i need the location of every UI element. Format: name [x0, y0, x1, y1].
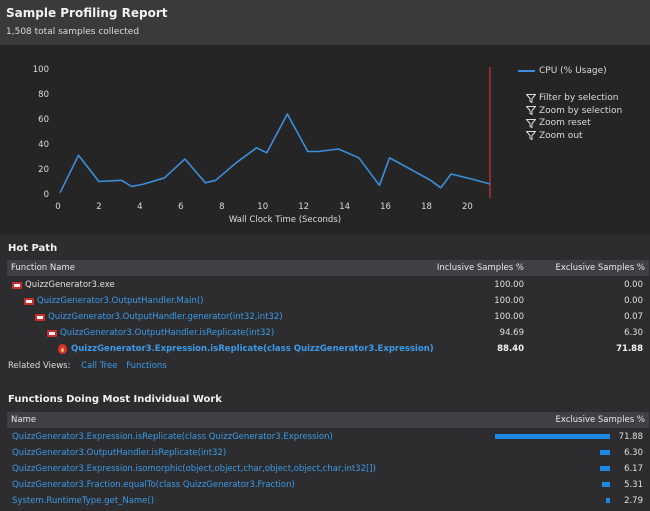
tool-label: Zoom reset — [539, 118, 591, 129]
hot-path-row[interactable]: QuizzGenerator3.OutputHandler.generator(… — [7, 309, 649, 325]
x-tick-label: 4 — [137, 202, 142, 212]
work-row[interactable]: System.RuntimeType.get_Name() 2.79 — [7, 493, 649, 509]
zoom-by-selection-button[interactable]: Zoom by selection — [526, 105, 622, 118]
x-tick-label: 0 — [55, 202, 60, 212]
hot-path-row[interactable]: QuizzGenerator3.OutputHandler.isReplicat… — [7, 325, 649, 341]
exclusive-value: 0.07 — [624, 312, 643, 322]
exclusive-value: 5.31 — [624, 480, 643, 490]
hot-path-row[interactable]: QuizzGenerator3.exe 100.00 0.00 — [7, 277, 649, 293]
x-tick-label: 20 — [462, 202, 473, 212]
zoom-out-button[interactable]: Zoom out — [526, 130, 622, 143]
hot-path-title: Hot Path — [8, 243, 58, 254]
function-link[interactable]: QuizzGenerator3.OutputHandler.generator(… — [48, 312, 283, 322]
exclusive-bar — [599, 450, 610, 455]
flame-icon — [58, 344, 67, 354]
hot-path-row[interactable]: QuizzGenerator3.OutputHandler.Main() 100… — [7, 293, 649, 309]
exclusive-value: 71.88 — [616, 344, 643, 354]
tool-label: Filter by selection — [539, 93, 619, 104]
tool-label: Zoom out — [539, 130, 583, 141]
x-axis-label: Wall Clock Time (Seconds) — [229, 215, 341, 225]
exclusive-bar — [605, 498, 610, 503]
hot-path-header: Function Name Inclusive Samples % Exclus… — [7, 260, 649, 276]
y-tick-label: 60 — [38, 115, 49, 125]
function-link[interactable]: QuizzGenerator3.OutputHandler.isReplicat… — [60, 328, 274, 338]
inclusive-value: 100.00 — [494, 312, 524, 322]
funnel-icon — [526, 131, 536, 141]
inclusive-value: 100.00 — [494, 280, 524, 290]
function-link[interactable]: QuizzGenerator3.Expression.isomorphic(ob… — [12, 464, 376, 474]
function-link[interactable]: QuizzGenerator3.OutputHandler.isReplicat… — [12, 448, 226, 458]
work-row[interactable]: QuizzGenerator3.Expression.isomorphic(ob… — [7, 461, 649, 477]
column-exclusive-samples[interactable]: Exclusive Samples % — [555, 263, 645, 273]
column-name[interactable]: Name — [11, 415, 36, 425]
y-tick-label: 40 — [38, 140, 49, 150]
y-tick-label: 0 — [44, 190, 49, 200]
exclusive-value: 2.79 — [624, 496, 643, 506]
function-icon — [24, 297, 34, 305]
function-icon — [35, 313, 45, 321]
x-tick-label: 2 — [96, 202, 101, 212]
funnel-icon — [526, 93, 536, 103]
column-function-name[interactable]: Function Name — [11, 263, 75, 273]
chart-tools: Filter by selection Zoom by selection Zo… — [526, 92, 622, 142]
function-link[interactable]: QuizzGenerator3.OutputHandler.Main() — [37, 296, 203, 306]
functions-link[interactable]: Functions — [126, 361, 167, 371]
function-link[interactable]: System.RuntimeType.get_Name() — [12, 496, 154, 506]
exclusive-value: 6.30 — [624, 328, 643, 338]
zoom-reset-button[interactable]: Zoom reset — [526, 117, 622, 130]
samples-summary: 1,508 total samples collected — [6, 27, 140, 37]
work-row[interactable]: QuizzGenerator3.Fraction.equalTo(class Q… — [7, 477, 649, 493]
function-name: QuizzGenerator3.exe — [25, 280, 115, 290]
x-tick-label: 18 — [421, 202, 432, 212]
hot-path-row-hot[interactable]: QuizzGenerator3.Expression.isReplicate(c… — [7, 341, 649, 357]
exclusive-bar — [495, 434, 610, 439]
chart-legend: CPU (% Usage) — [518, 66, 607, 76]
x-tick-label: 14 — [339, 202, 350, 212]
process-icon — [12, 281, 22, 289]
function-link[interactable]: QuizzGenerator3.Fraction.equalTo(class Q… — [12, 480, 295, 490]
x-tick-label: 6 — [178, 202, 183, 212]
report-title: Sample Profiling Report — [6, 6, 168, 20]
related-views: Related Views: Call Tree Functions — [8, 361, 167, 371]
exclusive-value: 0.00 — [624, 280, 643, 290]
legend-line-swatch — [518, 69, 535, 72]
function-link[interactable]: QuizzGenerator3.Expression.isReplicate(c… — [12, 432, 333, 442]
cpu-usage-line — [59, 113, 491, 194]
column-exclusive-samples[interactable]: Exclusive Samples % — [555, 415, 645, 425]
y-tick-label: 80 — [38, 90, 49, 100]
legend-label: CPU (% Usage) — [539, 66, 607, 76]
related-views-label: Related Views: — [8, 361, 71, 371]
y-tick-label: 100 — [33, 65, 49, 75]
function-link[interactable]: QuizzGenerator3.Expression.isReplicate(c… — [71, 344, 434, 354]
filter-by-selection-button[interactable]: Filter by selection — [526, 92, 622, 105]
inclusive-value: 100.00 — [494, 296, 524, 306]
work-row[interactable]: QuizzGenerator3.Expression.isReplicate(c… — [7, 429, 649, 445]
exclusive-bar — [601, 482, 610, 487]
x-tick-label: 16 — [380, 202, 391, 212]
exclusive-bar — [600, 466, 610, 471]
individual-work-title: Functions Doing Most Individual Work — [8, 394, 222, 405]
x-tick-label: 10 — [257, 202, 268, 212]
tool-label: Zoom by selection — [539, 105, 623, 116]
individual-work-header: Name Exclusive Samples % — [7, 412, 649, 428]
work-row[interactable]: QuizzGenerator3.OutputHandler.isReplicat… — [7, 445, 649, 461]
call-tree-link[interactable]: Call Tree — [81, 361, 117, 371]
funnel-icon — [526, 118, 536, 128]
inclusive-value: 88.40 — [497, 344, 524, 354]
inclusive-value: 94.69 — [499, 328, 524, 338]
column-inclusive-samples[interactable]: Inclusive Samples % — [437, 263, 524, 273]
exclusive-value: 71.88 — [618, 432, 643, 442]
y-tick-label: 20 — [38, 165, 49, 175]
funnel-icon — [526, 106, 536, 116]
report-header: Sample Profiling Report 1,508 total samp… — [0, 0, 650, 45]
exclusive-value: 0.00 — [624, 296, 643, 306]
exclusive-value: 6.30 — [624, 448, 643, 458]
exclusive-value: 6.17 — [624, 464, 643, 474]
function-icon — [47, 329, 57, 337]
x-tick-label: 8 — [219, 202, 224, 212]
x-tick-label: 12 — [298, 202, 309, 212]
